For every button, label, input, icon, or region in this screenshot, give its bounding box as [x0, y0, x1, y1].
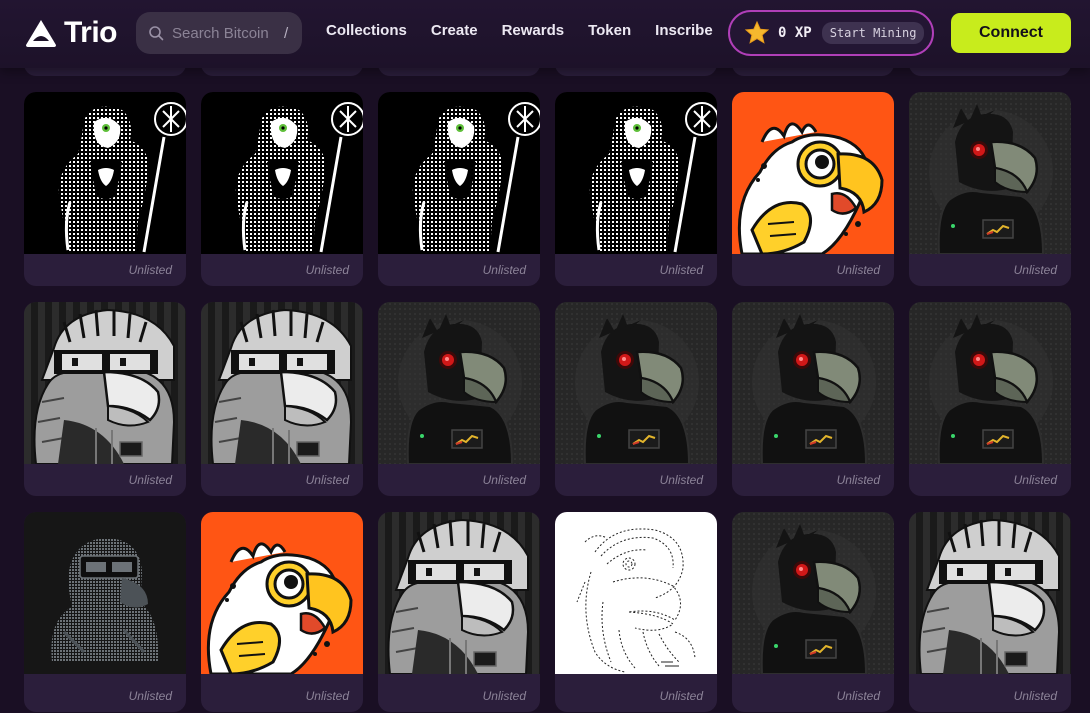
nft-thumbnail-robot-crow [378, 302, 540, 464]
nft-card[interactable]: Unlisted [909, 512, 1071, 712]
nav-token[interactable]: Token [588, 22, 631, 39]
nft-thumbnail-bw-mage-bird [201, 92, 363, 254]
nft-card[interactable]: Unlisted [732, 302, 894, 496]
listing-status: Unlisted [659, 473, 703, 487]
nft-card[interactable]: Unlisted [555, 512, 717, 712]
nft-card[interactable]: Unlisted [201, 512, 363, 712]
nft-thumbnail-bw-mage-bird [555, 92, 717, 254]
nft-card[interactable]: Unlisted [201, 92, 363, 286]
connect-wallet-button[interactable]: Connect [951, 13, 1071, 53]
star-icon [744, 20, 770, 44]
nft-card[interactable]: Unlisted [732, 92, 894, 286]
nft-card[interactable]: Unlisted [555, 302, 717, 496]
nft-thumbnail-robot-crow [555, 302, 717, 464]
nav-rewards[interactable]: Rewards [502, 22, 565, 39]
search-shortcut-hint: / [284, 24, 289, 42]
start-mining-button[interactable]: Start Mining [821, 22, 925, 44]
nft-card[interactable]: Unlisted [732, 512, 894, 712]
listing-status: Unlisted [482, 263, 526, 277]
listing-status: Unlisted [305, 263, 349, 277]
search-input[interactable] [172, 24, 276, 42]
listing-status: Unlisted [128, 689, 172, 703]
nav-collections[interactable]: Collections [326, 22, 407, 39]
listing-status: Unlisted [305, 689, 349, 703]
nft-card[interactable]: Unlisted [24, 512, 186, 712]
nft-grid: Unlisted Unlisted Unlisted Unlisted Unli… [24, 92, 1071, 712]
nft-card[interactable]: Unlisted [378, 92, 540, 286]
listing-status: Unlisted [128, 263, 172, 277]
search-box[interactable]: / [136, 12, 302, 54]
listing-status: Unlisted [836, 263, 880, 277]
nft-thumbnail-robot-crow [732, 302, 894, 464]
top-nav-bar: Trio / Collections Create Rewards Token … [0, 0, 1090, 68]
nft-card[interactable]: Unlisted [24, 302, 186, 496]
nft-card[interactable]: Unlisted [909, 302, 1071, 496]
nft-thumbnail-bw-mage-bird [378, 92, 540, 254]
listing-status: Unlisted [836, 473, 880, 487]
nft-card[interactable]: Unlisted [909, 92, 1071, 286]
nft-thumbnail-cartoon-parrot-orange [201, 512, 363, 674]
nft-card[interactable]: Unlisted [555, 92, 717, 286]
nft-card[interactable]: Unlisted [378, 302, 540, 496]
xp-widget[interactable]: 0 XP Start Mining [728, 10, 934, 56]
nav-create[interactable]: Create [431, 22, 478, 39]
nft-thumbnail-cartoon-parrot-orange [732, 92, 894, 254]
nft-card[interactable]: Unlisted [24, 92, 186, 286]
listing-status: Unlisted [1013, 689, 1057, 703]
nft-thumbnail-punk-eagle-glasses [909, 512, 1071, 674]
nft-thumbnail-robot-crow [909, 302, 1071, 464]
trio-logo[interactable]: Trio [24, 16, 118, 50]
listing-status: Unlisted [482, 689, 526, 703]
nft-thumbnail-punk-eagle-glasses [378, 512, 540, 674]
listing-status: Unlisted [482, 473, 526, 487]
nft-thumbnail-punk-eagle-glasses [24, 302, 186, 464]
listing-status: Unlisted [836, 689, 880, 703]
nft-thumbnail-bw-mage-bird [24, 92, 186, 254]
nft-thumbnail-sketch-eagle-white [555, 512, 717, 674]
nft-thumbnail-dim-vr-bird [24, 512, 186, 674]
trio-logo-icon [26, 20, 56, 47]
listing-status: Unlisted [128, 473, 172, 487]
xp-value: 0 XP [778, 25, 812, 41]
listing-status: Unlisted [659, 689, 703, 703]
listing-status: Unlisted [659, 263, 703, 277]
main-nav: Collections Create Rewards Token Inscrib… [326, 22, 713, 39]
listing-status: Unlisted [1013, 473, 1057, 487]
listing-status: Unlisted [305, 473, 349, 487]
nft-thumbnail-robot-crow [909, 92, 1071, 254]
nft-thumbnail-punk-eagle-glasses [201, 302, 363, 464]
listing-status: Unlisted [1013, 263, 1057, 277]
nft-card[interactable]: Unlisted [378, 512, 540, 712]
nft-card[interactable]: Unlisted [201, 302, 363, 496]
logo-text: Trio [64, 16, 118, 49]
nft-thumbnail-robot-crow [732, 512, 894, 674]
search-icon [149, 26, 164, 41]
nav-inscribe[interactable]: Inscribe [655, 22, 713, 39]
